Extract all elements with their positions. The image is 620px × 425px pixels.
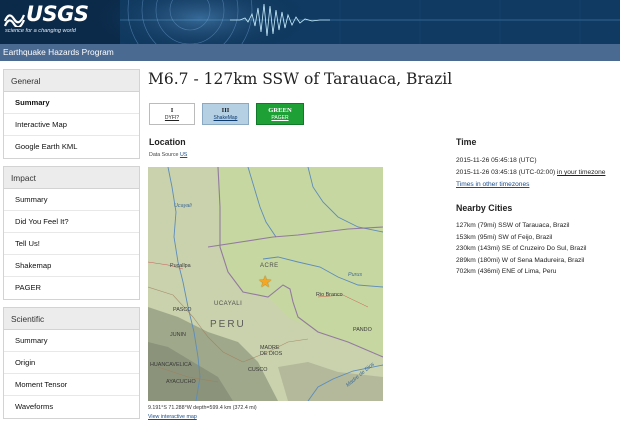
- time-utc: 2015-11-26 05:45:18 (UTC): [456, 157, 537, 164]
- dyfi-badge[interactable]: I DYFI?: [149, 103, 195, 125]
- map-label-pucallpa: Pucallpa: [170, 263, 191, 269]
- time-local-value: 2015-11-26 03:45:18 (UTC-02:00): [456, 169, 558, 176]
- shakemap-value: III: [221, 107, 230, 114]
- map-label-pando: PANDO: [353, 327, 372, 333]
- nearby-cities-heading: Nearby Cities: [456, 203, 513, 213]
- city-item: 702km (436mi) ENE of Lima, Peru: [456, 268, 557, 276]
- nav-item-scientific-summary[interactable]: Summary: [4, 330, 139, 352]
- nav-item-shakemap[interactable]: Shakemap: [4, 255, 139, 277]
- nav-item-did-you-feel-it[interactable]: Did You Feel It?: [4, 211, 139, 233]
- city-item: 127km (79mi) SSW of Tarauaca, Brazil: [456, 222, 570, 229]
- nav-section-general: General Summary Interactive Map Google E…: [3, 69, 140, 159]
- pager-label: PAGER: [271, 115, 289, 121]
- usgs-wave-icon: [4, 14, 26, 27]
- usgs-logo[interactable]: USGS science for a changing world: [4, 2, 94, 39]
- map-label-cusco: CUSCO: [248, 367, 268, 373]
- nav-item-tell-us[interactable]: Tell Us!: [4, 233, 139, 255]
- nav-section-scientific: Scientific Summary Origin Moment Tensor …: [3, 307, 140, 419]
- view-interactive-map-link[interactable]: View interactive map: [148, 414, 197, 420]
- other-timezones-link[interactable]: Times in other timezones: [456, 181, 529, 188]
- time-local: 2015-11-26 03:45:18 (UTC-02:00) in your …: [456, 169, 605, 176]
- epicenter-star-icon[interactable]: ★: [258, 275, 272, 291]
- pager-badge[interactable]: GREEN PAGER: [256, 103, 304, 125]
- map-label-madre-de-dios: MADRE DE DIOS: [260, 345, 283, 357]
- your-timezone-link[interactable]: in your timezone: [557, 169, 605, 176]
- shakemap-badge[interactable]: III ShakeMap: [202, 103, 249, 125]
- program-title[interactable]: Earthquake Hazards Program: [3, 47, 114, 57]
- city-item: 230km (143mi) SE of Cruzeiro Do Sul, Bra…: [456, 245, 587, 253]
- map-label-acre: ACRE: [260, 263, 279, 269]
- location-heading: Location: [149, 137, 186, 147]
- map-label-rio-branco: Rio Branco: [316, 292, 343, 298]
- map-label-pasco: PASCO: [173, 307, 192, 313]
- nav-item-impact-summary[interactable]: Summary: [4, 189, 139, 211]
- data-source-link[interactable]: US: [180, 152, 187, 158]
- site-header: USGS science for a changing world: [0, 0, 620, 44]
- data-source: Data Source US: [149, 152, 187, 158]
- data-source-label: Data Source: [149, 152, 179, 158]
- shakemap-label: ShakeMap: [213, 115, 238, 121]
- nav-section-title: Impact: [4, 167, 139, 189]
- program-bar: Earthquake Hazards Program: [0, 44, 620, 61]
- page-title: M6.7 - 127km SSW of Tarauaca, Brazil: [148, 70, 453, 88]
- nav-item-origin[interactable]: Origin: [4, 352, 139, 374]
- map-label-ucayali: UCAYALI: [214, 301, 243, 307]
- nav-item-moment-tensor[interactable]: Moment Tensor: [4, 374, 139, 396]
- nearby-cities-list: 127km (79mi) SSW of Tarauaca, Brazil 153…: [456, 222, 586, 280]
- pager-value: GREEN: [268, 107, 292, 114]
- city-item: 153km (95mi) SW of Feijo, Brazil: [456, 233, 553, 241]
- nav-section-title: Scientific: [4, 308, 139, 330]
- logo-wordmark: USGS: [26, 2, 89, 26]
- nav-item-waveforms[interactable]: Waveforms: [4, 396, 139, 418]
- nav-section-impact: Impact Summary Did You Feel It? Tell Us!…: [3, 166, 140, 300]
- map-label-junin: JUNIN: [170, 332, 186, 338]
- map-label-ayacucho: AYACUCHO: [166, 379, 196, 385]
- map-label-river-ucayali: Ucayali: [174, 203, 192, 209]
- nav-item-pager[interactable]: PAGER: [4, 277, 139, 299]
- epicenter-coordinates: 9.191°S 71.288°W depth=599.4 km (372.4 m…: [148, 405, 257, 411]
- logo-tagline: science for a changing world: [5, 28, 76, 34]
- map-label-huancavelica: HUANCAVELICA: [150, 362, 192, 368]
- nav-item-interactive-map[interactable]: Interactive Map: [4, 114, 139, 136]
- city-item: 289km (180mi) W of Sena Madureira, Brazi…: [456, 256, 585, 264]
- dyfi-label: DYFI?: [164, 115, 180, 121]
- nav-item-google-earth-kml[interactable]: Google Earth KML: [4, 136, 139, 158]
- map-label-peru: PERU: [210, 319, 246, 330]
- dyfi-value: I: [170, 107, 174, 114]
- location-map[interactable]: PERU ACRE UCAYALI Pucallpa Rio Branco PA…: [148, 167, 383, 401]
- nav-item-summary[interactable]: Summary: [4, 92, 139, 114]
- map-label-river-purus: Purus: [348, 272, 363, 278]
- nav-section-title: General: [4, 70, 139, 92]
- time-heading: Time: [456, 137, 477, 147]
